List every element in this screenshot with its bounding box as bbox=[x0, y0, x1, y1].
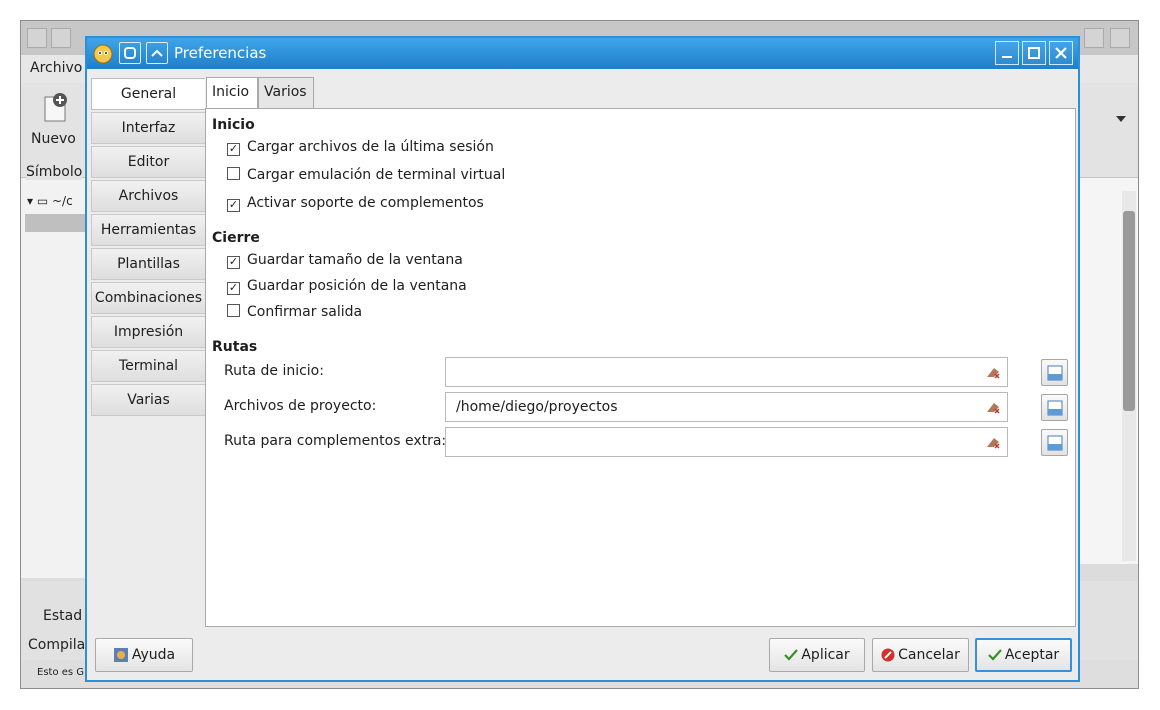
option-load-vte[interactable]: Cargar emulación de terminal virtual bbox=[227, 165, 505, 185]
checkmark-icon bbox=[988, 649, 1002, 661]
clear-icon[interactable] bbox=[985, 365, 1001, 379]
new-file-icon[interactable] bbox=[39, 91, 71, 125]
nav-varias[interactable]: Varias bbox=[91, 384, 205, 416]
project-files-label: Archivos de proyecto: bbox=[224, 398, 377, 414]
open-folder-icon bbox=[1047, 435, 1063, 451]
dialog-title: Preferencias bbox=[174, 44, 267, 62]
startup-path-browse-button[interactable] bbox=[1041, 359, 1068, 386]
tree-item[interactable]: ▾ ▭ ~/c bbox=[27, 194, 73, 208]
minimize-button[interactable] bbox=[995, 41, 1019, 65]
nav-combinaciones[interactable]: Combinaciones bbox=[91, 282, 205, 314]
tree-selected-row[interactable] bbox=[25, 214, 85, 232]
geany-app-icon bbox=[93, 44, 113, 64]
checkbox-unchecked-icon[interactable] bbox=[227, 167, 240, 180]
section-rutas-header: Rutas bbox=[212, 339, 258, 355]
startup-path-input[interactable] bbox=[445, 357, 1008, 387]
status-text: Esto es G bbox=[37, 667, 85, 678]
background-window-menu-button[interactable] bbox=[51, 28, 71, 48]
nav-interfaz[interactable]: Interfaz bbox=[91, 112, 205, 144]
startup-path-label: Ruta de inicio: bbox=[224, 363, 324, 379]
nav-plantillas[interactable]: Plantillas bbox=[91, 248, 205, 280]
close-button[interactable] bbox=[1049, 41, 1073, 65]
checkbox-unchecked-icon[interactable] bbox=[227, 304, 240, 317]
extra-plugins-path-label: Ruta para complementos extra: bbox=[224, 433, 447, 449]
cancel-button[interactable]: Cancelar bbox=[872, 638, 969, 672]
maximize-button[interactable] bbox=[1022, 41, 1046, 65]
background-scrollbar-thumb[interactable] bbox=[1123, 211, 1135, 411]
background-app-icon bbox=[27, 28, 47, 48]
keep-above-icon[interactable] bbox=[146, 42, 168, 64]
checkmark-icon bbox=[784, 649, 799, 661]
checkbox-checked-icon[interactable]: ✓ bbox=[227, 199, 240, 212]
nav-impresion[interactable]: Impresión bbox=[91, 316, 205, 348]
dialog-titlebar[interactable]: Preferencias bbox=[87, 38, 1078, 69]
nav-herramientas[interactable]: Herramientas bbox=[91, 214, 205, 246]
project-files-input[interactable]: /home/diego/proyectos bbox=[445, 392, 1008, 422]
bottom-tab-status[interactable]: Estad bbox=[43, 608, 82, 624]
preferences-dialog: Preferencias General Interfaz Editor Arc… bbox=[85, 36, 1080, 682]
open-folder-icon bbox=[1047, 365, 1063, 381]
clear-icon[interactable] bbox=[985, 435, 1001, 449]
open-folder-icon bbox=[1047, 400, 1063, 416]
option-enable-plugins[interactable]: ✓ Activar soporte de complementos bbox=[227, 193, 484, 213]
checkbox-checked-icon[interactable]: ✓ bbox=[227, 143, 240, 156]
option-load-last-session[interactable]: ✓ Cargar archivos de la última sesión bbox=[227, 137, 494, 157]
option-save-window-position[interactable]: ✓ Guardar posición de la ventana bbox=[227, 276, 467, 296]
nav-archivos[interactable]: Archivos bbox=[91, 180, 205, 212]
help-icon bbox=[113, 648, 128, 662]
project-files-browse-button[interactable] bbox=[1041, 394, 1068, 421]
tab-varios[interactable]: Varios bbox=[258, 77, 314, 108]
tab-content-inicio: Inicio ✓ Cargar archivos de la última ses… bbox=[205, 108, 1076, 627]
help-button[interactable]: Ayuda bbox=[95, 638, 193, 672]
checkbox-checked-icon[interactable]: ✓ bbox=[227, 282, 240, 295]
section-cierre-header: Cierre bbox=[212, 230, 260, 246]
bottom-tab-compiler[interactable]: Compila bbox=[28, 637, 85, 653]
extra-plugins-path-input[interactable] bbox=[445, 427, 1008, 457]
cancel-icon bbox=[881, 648, 895, 662]
apply-button[interactable]: Aplicar bbox=[769, 638, 865, 672]
extra-plugins-path-browse-button[interactable] bbox=[1041, 429, 1068, 456]
accept-button[interactable]: Aceptar bbox=[975, 638, 1072, 672]
toolbar-overflow-icon[interactable] bbox=[1116, 116, 1126, 122]
background-sidebar: Símbolo ▾ ▭ ~/c bbox=[21, 164, 90, 578]
nav-editor[interactable]: Editor bbox=[91, 146, 205, 178]
option-save-window-size[interactable]: ✓ Guardar tamaño de la ventana bbox=[227, 250, 463, 270]
option-confirm-exit[interactable]: Confirmar salida bbox=[227, 302, 362, 322]
tab-inicio[interactable]: Inicio bbox=[206, 77, 258, 109]
background-close-button[interactable] bbox=[1110, 28, 1130, 48]
toolbar-new-label[interactable]: Nuevo bbox=[31, 131, 76, 147]
window-menu-icon[interactable] bbox=[119, 42, 141, 64]
background-maximize-button[interactable] bbox=[1084, 28, 1104, 48]
sidebar-symbols-tab[interactable]: Símbolo bbox=[26, 164, 83, 180]
preferences-nav: General Interfaz Editor Archivos Herrami… bbox=[91, 78, 205, 418]
nav-general[interactable]: General bbox=[91, 78, 205, 110]
clear-icon[interactable] bbox=[985, 400, 1001, 414]
menu-archivo[interactable]: Archivo bbox=[30, 60, 82, 76]
section-inicio-header: Inicio bbox=[212, 117, 255, 133]
nav-terminal[interactable]: Terminal bbox=[91, 350, 205, 382]
checkbox-checked-icon[interactable]: ✓ bbox=[227, 256, 240, 269]
